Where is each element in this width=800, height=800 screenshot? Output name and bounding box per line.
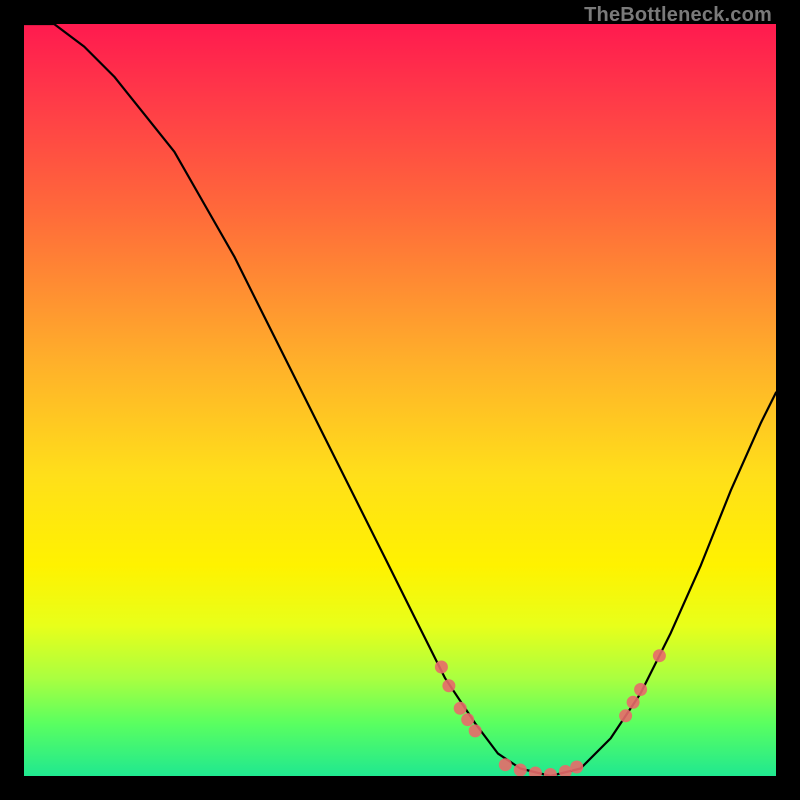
plot-area [24, 24, 776, 776]
curve-marker [461, 713, 474, 726]
curve-marker [619, 709, 632, 722]
curve-marker [499, 758, 512, 771]
curve-marker [653, 649, 666, 662]
curve-marker [435, 661, 448, 674]
curve-markers [435, 649, 666, 776]
curve-marker [454, 702, 467, 715]
attribution-text: TheBottleneck.com [584, 4, 772, 27]
curve-marker [544, 768, 557, 776]
chart-frame: TheBottleneck.com [0, 0, 800, 800]
curve-marker [570, 761, 583, 774]
curve-marker [469, 724, 482, 737]
curve-marker [514, 764, 527, 777]
curve-marker [442, 679, 455, 692]
curve-marker [634, 683, 647, 696]
curve-marker [627, 696, 640, 709]
curve-marker [529, 767, 542, 777]
curve-layer [24, 24, 776, 776]
curve-marker [559, 765, 572, 776]
bottleneck-curve [24, 24, 776, 776]
